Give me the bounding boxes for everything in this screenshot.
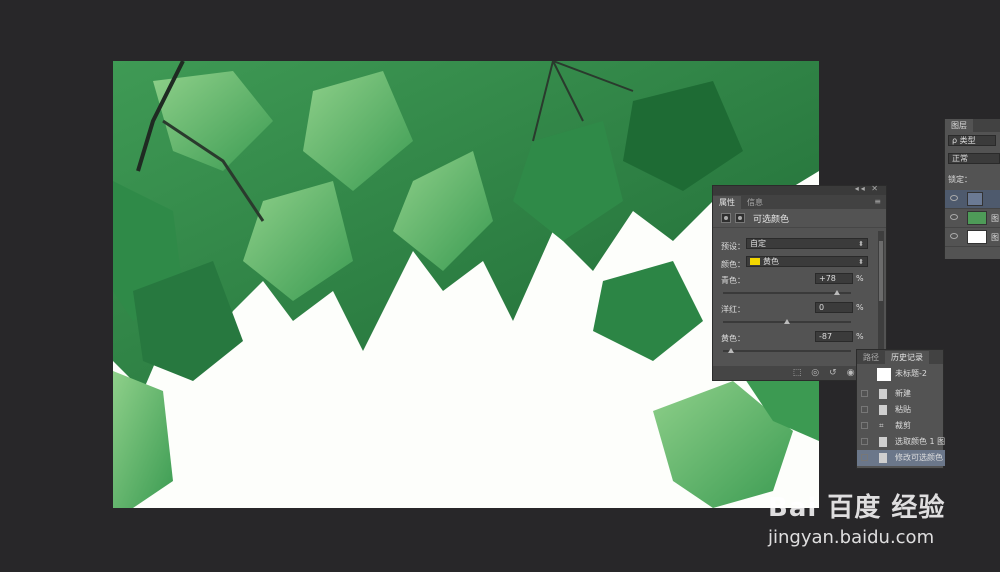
visibility-icon[interactable]: ◎ — [811, 368, 819, 378]
eye-icon[interactable]: ◉ — [847, 368, 855, 378]
history-item-selected[interactable]: 修改可选颜色 — [857, 450, 945, 466]
history-panel: 路径 历史记录 未标题-2 新建 粘贴 ⌗ 裁剪 选取颜色 1 图 修改可选颜色 — [856, 349, 945, 469]
yellow-unit: % — [856, 332, 864, 341]
cyan-slider[interactable] — [723, 290, 851, 295]
adjustment-icon — [967, 192, 983, 206]
layer-thumbnail — [967, 211, 987, 225]
preset-label: 预设： — [721, 242, 745, 251]
collapse-icon[interactable]: ◂◂ ✕ — [855, 184, 880, 193]
layer-name: 图 — [991, 214, 999, 223]
history-label: 选取颜色 1 图 — [895, 437, 946, 446]
yellow-label: 黄色： — [721, 334, 745, 343]
adjustment-title: 可选颜色 — [753, 214, 790, 225]
cyan-value-field[interactable]: +78 — [815, 273, 853, 284]
mask-icon[interactable] — [735, 213, 745, 223]
yellow-value-field[interactable]: -87 — [815, 331, 853, 342]
chevron-updown-icon: ⬍ — [858, 258, 864, 266]
history-snapshot[interactable]: 未标题-2 — [857, 366, 945, 382]
yellow-slider[interactable] — [723, 348, 851, 353]
layer-background[interactable]: 图 — [945, 228, 1000, 247]
history-item[interactable]: 选取颜色 1 图 — [857, 434, 945, 450]
clip-to-layer-icon[interactable]: ⬚ — [793, 368, 802, 378]
preset-value: 自定 — [750, 239, 766, 248]
history-checkbox[interactable] — [861, 438, 868, 445]
preset-dropdown[interactable]: 自定 ⬍ — [746, 238, 868, 249]
magenta-slider[interactable] — [723, 319, 851, 324]
document-icon — [879, 389, 887, 399]
cyan-slider-handle[interactable] — [833, 290, 840, 295]
color-label: 颜色： — [721, 260, 745, 269]
history-label: 裁剪 — [895, 421, 911, 430]
adjustment-layer-icon[interactable] — [721, 213, 731, 223]
layers-panel: 图层 ρ 类型 正常 锁定： 图 图 — [944, 119, 1000, 259]
properties-tabs: 属性 信息 ≡ — [713, 195, 886, 209]
history-checkbox[interactable] — [861, 390, 868, 397]
chevron-updown-icon: ⬍ — [858, 240, 864, 248]
history-item[interactable]: 粘贴 — [857, 402, 945, 418]
tab-info[interactable]: 信息 — [741, 196, 769, 209]
eye-icon[interactable] — [950, 214, 958, 220]
snapshot-thumbnail — [877, 368, 891, 381]
history-label: 新建 — [895, 389, 911, 398]
layer-image[interactable]: 图 — [945, 209, 1000, 228]
cyan-label: 青色： — [721, 276, 745, 285]
eye-icon[interactable] — [950, 233, 958, 239]
reset-icon[interactable]: ↺ — [829, 368, 837, 378]
tab-history[interactable]: 历史记录 — [885, 351, 929, 364]
panel-titlebar[interactable]: ◂◂ ✕ — [713, 184, 886, 195]
tab-layers[interactable]: 图层 — [945, 119, 973, 132]
cyan-unit: % — [856, 274, 864, 283]
lock-label: 锁定： — [948, 175, 972, 184]
blend-mode-dropdown[interactable]: 正常 — [948, 153, 1000, 164]
layer-thumbnail — [967, 230, 987, 244]
magenta-slider-handle[interactable] — [784, 319, 790, 324]
adjustment-header: 可选颜色 — [713, 209, 886, 228]
baidu-jingyan-logo: Bai 百度 经验 — [768, 493, 946, 523]
tab-paths[interactable]: 路径 — [857, 351, 885, 364]
layer-name: 图 — [991, 233, 999, 242]
layer-filter-dropdown[interactable]: ρ 类型 — [948, 135, 996, 146]
layer-adjustment[interactable] — [945, 190, 1000, 209]
color-dropdown[interactable]: 黄色 ⬍ — [746, 256, 868, 267]
panel-menu-icon[interactable]: ≡ — [874, 197, 881, 206]
scrollbar-thumb[interactable] — [879, 241, 883, 301]
magenta-value-field[interactable]: 0 — [815, 302, 853, 313]
magenta-unit: % — [856, 303, 864, 312]
history-tabs: 路径 历史记录 — [857, 350, 943, 364]
document-icon — [879, 437, 887, 447]
history-item[interactable]: 新建 — [857, 386, 945, 402]
properties-scrollbar[interactable] — [878, 231, 884, 359]
layers-tabs: 图层 — [945, 119, 1000, 132]
yellow-slider-handle[interactable] — [728, 348, 735, 353]
watermark-url: jingyan.baidu.com — [768, 527, 935, 548]
history-label: 修改可选颜色 — [895, 453, 943, 462]
eye-icon[interactable] — [950, 195, 958, 201]
history-item[interactable]: ⌗ 裁剪 — [857, 418, 945, 434]
crop-icon: ⌗ — [879, 421, 884, 430]
history-checkbox[interactable] — [861, 454, 868, 461]
color-value: 黄色 — [763, 257, 779, 266]
history-label: 粘贴 — [895, 405, 911, 414]
tab-properties[interactable]: 属性 — [713, 196, 741, 209]
history-checkbox[interactable] — [861, 406, 868, 413]
magenta-label: 洋红： — [721, 305, 745, 314]
document-icon — [879, 405, 887, 415]
document-icon — [879, 453, 887, 463]
snapshot-label: 未标题-2 — [895, 369, 927, 378]
history-checkbox[interactable] — [861, 422, 868, 429]
yellow-swatch — [750, 258, 760, 265]
